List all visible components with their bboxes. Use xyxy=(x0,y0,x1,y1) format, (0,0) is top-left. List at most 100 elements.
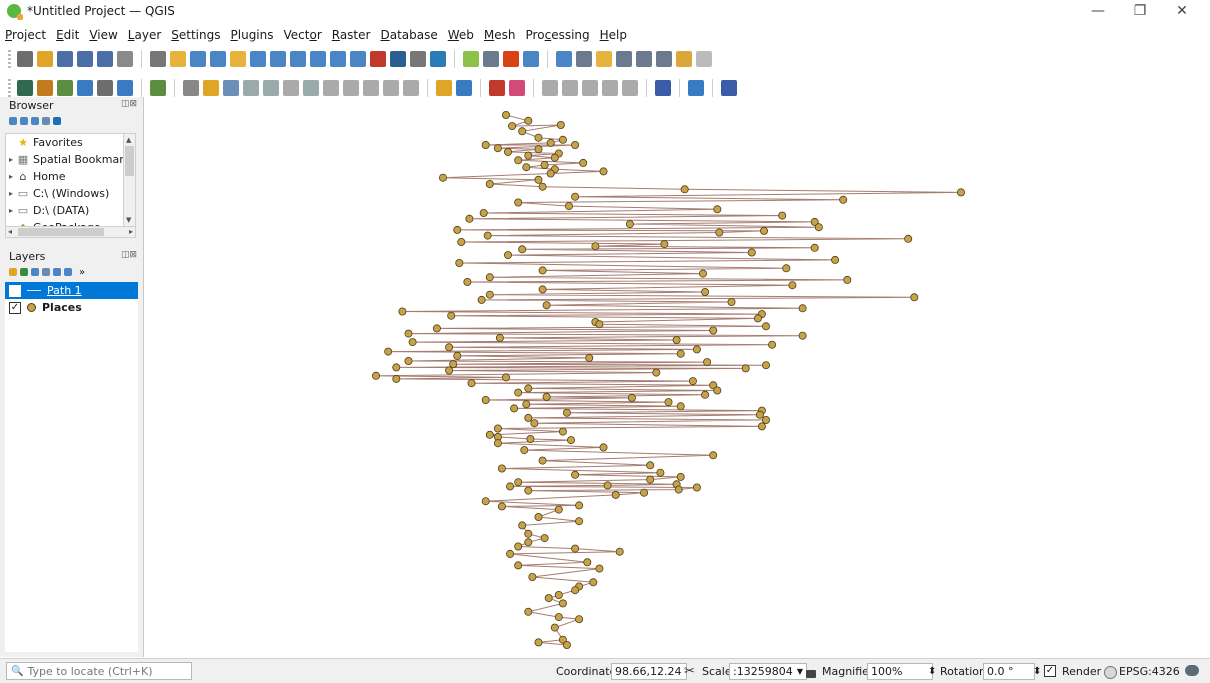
place-point[interactable] xyxy=(534,175,543,184)
secondary-tool-icon[interactable] xyxy=(602,80,618,96)
browser-tool-icon[interactable] xyxy=(53,117,61,125)
place-point[interactable] xyxy=(583,558,592,567)
scale-combobox[interactable]: :13259804 ▼ xyxy=(729,662,807,680)
place-point[interactable] xyxy=(778,211,787,220)
secondary-tool-icon[interactable] xyxy=(17,80,33,96)
main-tool-icon[interactable] xyxy=(676,51,692,67)
place-point[interactable] xyxy=(558,427,567,436)
place-point[interactable] xyxy=(518,521,527,530)
layers-tool-icon[interactable] xyxy=(20,268,28,276)
place-point[interactable] xyxy=(564,202,573,211)
layer-visibility-checkbox[interactable]: ✓ xyxy=(9,284,21,297)
place-point[interactable] xyxy=(692,345,701,354)
main-tool-icon[interactable] xyxy=(370,51,386,67)
main-tool-icon[interactable] xyxy=(390,51,406,67)
place-point[interactable] xyxy=(481,141,490,150)
place-point[interactable] xyxy=(467,379,476,388)
place-point[interactable] xyxy=(676,402,685,411)
main-tool-icon[interactable] xyxy=(190,51,206,67)
browser-tool-icon[interactable] xyxy=(20,117,28,125)
crs-label[interactable]: EPSG:4326 xyxy=(1119,665,1180,678)
place-point[interactable] xyxy=(782,264,791,273)
place-point[interactable] xyxy=(703,358,712,367)
place-point[interactable] xyxy=(520,446,529,455)
main-tool-icon[interactable] xyxy=(430,51,446,67)
toolbar-grip[interactable] xyxy=(8,79,11,97)
place-point[interactable] xyxy=(540,161,549,170)
secondary-tool-icon[interactable] xyxy=(223,80,239,96)
map-canvas[interactable] xyxy=(144,97,1210,657)
place-point[interactable] xyxy=(524,384,533,393)
browser-item[interactable]: ▸ ▦ Spatial Bookmar xyxy=(6,151,124,168)
place-point[interactable] xyxy=(831,255,840,264)
place-point[interactable] xyxy=(575,517,584,526)
place-point[interactable] xyxy=(514,478,523,487)
place-point[interactable] xyxy=(408,338,417,347)
place-point[interactable] xyxy=(506,482,515,491)
place-point[interactable] xyxy=(432,324,441,333)
place-point[interactable] xyxy=(575,501,584,510)
place-point[interactable] xyxy=(447,311,456,320)
place-point[interactable] xyxy=(556,120,565,129)
place-point[interactable] xyxy=(753,314,762,323)
main-tool-icon[interactable] xyxy=(556,51,572,67)
menu-item[interactable]: Raster xyxy=(327,28,376,42)
main-tool-icon[interactable] xyxy=(696,51,712,67)
scroll-thumb[interactable] xyxy=(125,146,134,176)
place-point[interactable] xyxy=(493,424,502,433)
menu-item[interactable]: Settings xyxy=(166,28,225,42)
place-point[interactable] xyxy=(595,564,604,573)
place-point[interactable] xyxy=(627,393,636,402)
more-tools-icon[interactable]: » xyxy=(79,267,85,278)
place-point[interactable] xyxy=(674,485,683,494)
locator-search[interactable]: 🔍 Type to locate (Ctrl+K) xyxy=(6,662,192,680)
secondary-tool-icon[interactable] xyxy=(489,80,505,96)
maximize-button[interactable]: ❐ xyxy=(1120,0,1160,22)
place-point[interactable] xyxy=(814,223,823,232)
place-point[interactable] xyxy=(562,641,571,650)
place-point[interactable] xyxy=(701,287,710,296)
place-point[interactable] xyxy=(757,422,766,431)
place-point[interactable] xyxy=(550,153,559,162)
main-tool-icon[interactable] xyxy=(350,51,366,67)
main-tool-icon[interactable] xyxy=(290,51,306,67)
secondary-tool-icon[interactable] xyxy=(542,80,558,96)
main-tool-icon[interactable] xyxy=(230,51,246,67)
place-point[interactable] xyxy=(550,623,559,632)
place-point[interactable] xyxy=(538,456,547,465)
place-point[interactable] xyxy=(701,390,710,399)
place-point[interactable] xyxy=(571,141,580,150)
toolbar-grip[interactable] xyxy=(8,50,11,68)
main-tool-icon[interactable] xyxy=(523,51,539,67)
place-point[interactable] xyxy=(788,281,797,290)
place-point[interactable] xyxy=(501,373,510,382)
secondary-tool-icon[interactable] xyxy=(436,80,452,96)
place-point[interactable] xyxy=(571,470,580,479)
main-tool-icon[interactable] xyxy=(97,51,113,67)
place-point[interactable] xyxy=(518,245,527,254)
lock-icon[interactable] xyxy=(806,670,816,678)
layers-tool-icon[interactable] xyxy=(53,268,61,276)
main-tool-icon[interactable] xyxy=(37,51,53,67)
coordinate-field[interactable]: 98.66,12.24 xyxy=(611,662,687,680)
place-point[interactable] xyxy=(503,251,512,260)
place-point[interactable] xyxy=(485,430,494,439)
place-point[interactable] xyxy=(481,497,490,506)
place-point[interactable] xyxy=(453,351,462,360)
place-point[interactable] xyxy=(760,226,769,235)
place-point[interactable] xyxy=(715,228,724,237)
secondary-tool-icon[interactable] xyxy=(117,80,133,96)
place-point[interactable] xyxy=(575,615,584,624)
place-point[interactable] xyxy=(479,209,488,218)
place-point[interactable] xyxy=(493,144,502,153)
secondary-tool-icon[interactable] xyxy=(622,80,638,96)
menu-item[interactable]: Project xyxy=(0,28,51,42)
layers-tool-icon[interactable] xyxy=(64,268,72,276)
place-point[interactable] xyxy=(595,320,604,329)
place-point[interactable] xyxy=(392,374,401,383)
place-point[interactable] xyxy=(554,505,563,514)
place-point[interactable] xyxy=(843,275,852,284)
place-point[interactable] xyxy=(384,347,393,356)
secondary-tool-icon[interactable] xyxy=(77,80,93,96)
place-point[interactable] xyxy=(538,182,547,191)
